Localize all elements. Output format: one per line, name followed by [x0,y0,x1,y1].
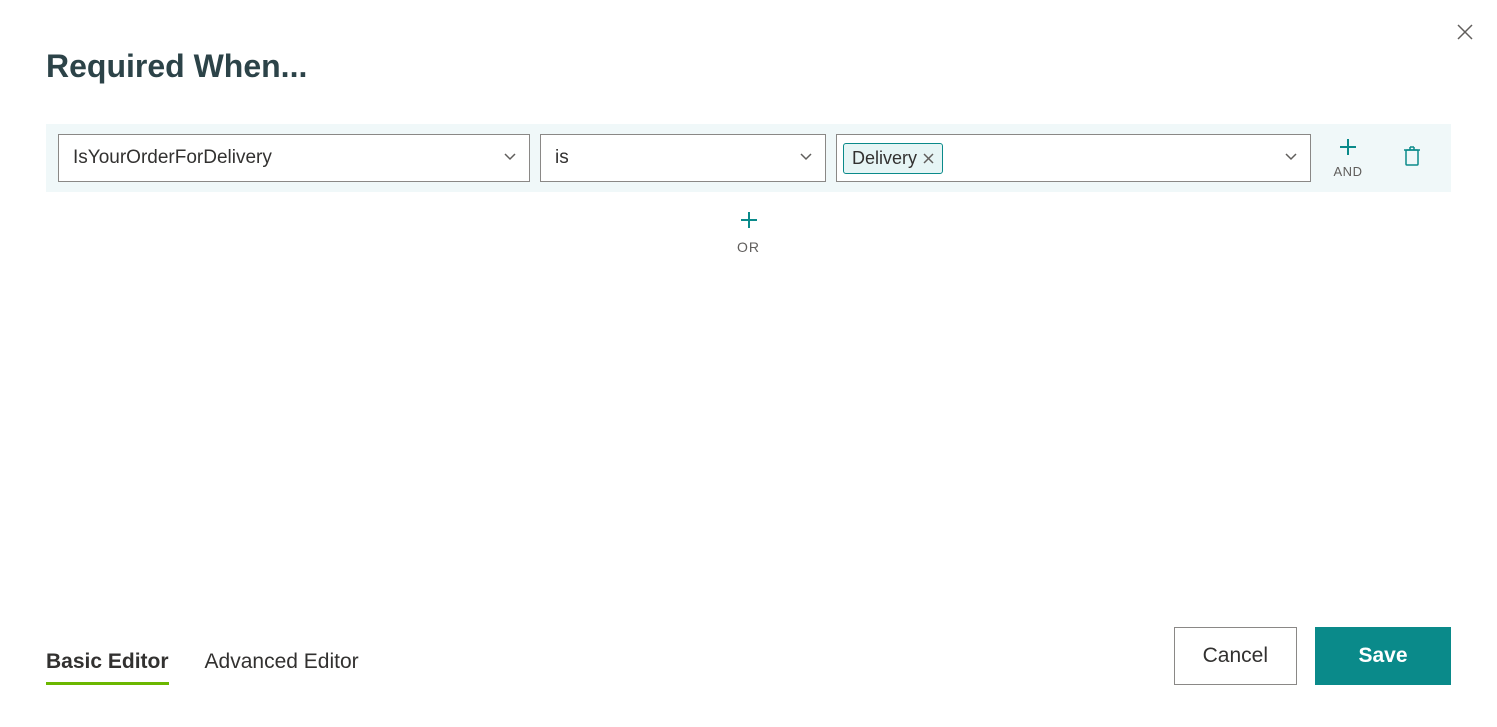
trash-icon [1402,145,1422,172]
remove-tag-button[interactable] [923,153,934,164]
close-button[interactable] [1453,20,1477,44]
condition-row: IsYourOrderForDelivery is Delivery AND [46,124,1451,192]
field-dropdown[interactable]: IsYourOrderForDelivery [58,134,530,182]
delete-row-button[interactable] [1385,145,1439,172]
value-dropdown[interactable]: Delivery [836,134,1311,182]
plus-icon [1338,137,1358,162]
cancel-button[interactable]: Cancel [1174,627,1297,685]
dialog-title: Required When... [46,48,307,85]
chevron-down-icon [1284,149,1298,167]
plus-icon [739,210,759,235]
tab-basic-editor[interactable]: Basic Editor [46,650,169,685]
value-tag-label: Delivery [852,148,917,169]
footer-buttons: Cancel Save [1174,627,1451,685]
or-label: OR [737,239,760,255]
value-tag: Delivery [843,143,943,174]
add-or-button[interactable]: OR [46,210,1451,255]
tab-advanced-editor[interactable]: Advanced Editor [205,650,359,685]
save-button[interactable]: Save [1315,627,1451,685]
footer: Basic Editor Advanced Editor Cancel Save [46,627,1451,685]
and-label: AND [1334,164,1363,179]
operator-dropdown[interactable]: is [540,134,826,182]
operator-dropdown-value: is [541,147,825,169]
field-dropdown-value: IsYourOrderForDelivery [59,147,529,169]
add-and-button[interactable]: AND [1321,137,1375,179]
editor-tabs: Basic Editor Advanced Editor [46,650,359,685]
